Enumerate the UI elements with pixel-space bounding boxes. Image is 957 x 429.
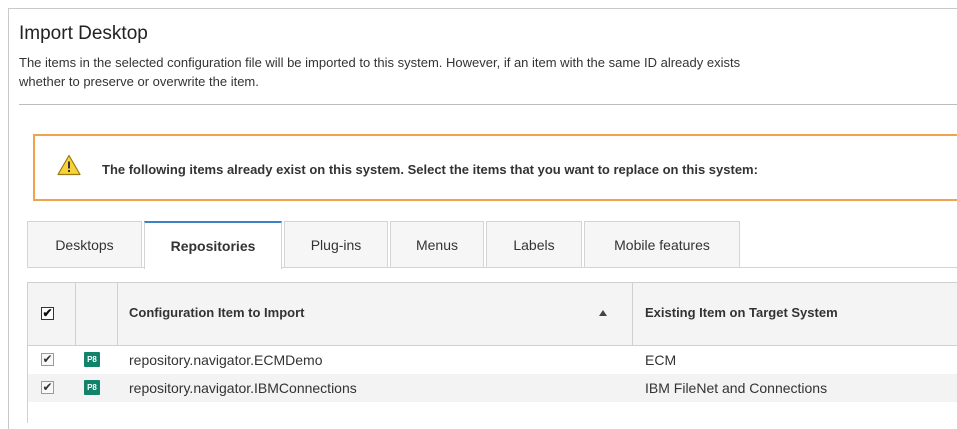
table-header: ✔ Configuration Item to Import Existing … [28,283,957,346]
tab-repositories[interactable]: Repositories [144,221,282,269]
warning-triangle-icon [57,154,81,176]
column-separator [632,283,633,345]
warning-text: The following items already exist on thi… [102,162,758,177]
import-item-name: repository.navigator.ECMDemo [129,352,323,368]
warning-box: The following items already exist on thi… [33,134,957,201]
select-all-checkbox[interactable]: ✔ [41,307,54,320]
column-separator [117,283,118,345]
import-item-name: repository.navigator.IBMConnections [129,380,357,396]
table-row[interactable]: ✔ P8 repository.navigator.ECMDemo ECM [28,346,957,374]
row-checkbox[interactable]: ✔ [41,353,54,366]
column-separator [75,283,76,345]
p8-repository-icon: P8 [84,380,100,395]
description-line-1: The items in the selected configuration … [19,55,741,70]
tab-labels[interactable]: Labels [486,221,582,267]
items-table: ✔ Configuration Item to Import Existing … [27,282,957,423]
existing-item-name: ECM [645,352,677,368]
existing-item-name: IBM FileNet and Connections [645,380,828,396]
tab-desktops[interactable]: Desktops [27,221,142,267]
p8-repository-icon: P8 [84,352,100,367]
table-row[interactable]: ✔ P8 repository.navigator.IBMConnections… [28,374,957,402]
description-line-2: whether to preserve or overwrite the ite… [19,74,259,89]
row-checkbox[interactable]: ✔ [41,381,54,394]
sort-ascending-icon[interactable] [599,310,607,316]
divider [19,104,957,105]
column-header-import-item[interactable]: Configuration Item to Import [129,305,304,320]
column-header-existing-item[interactable]: Existing Item on Target System [645,305,838,320]
dialog-description: The items in the selected configuration … [19,53,957,91]
tab-plug-ins[interactable]: Plug-ins [284,221,388,267]
tab-menus[interactable]: Menus [390,221,484,267]
dialog-title: Import Desktop [19,23,148,44]
tab-mobile-features[interactable]: Mobile features [584,221,740,267]
